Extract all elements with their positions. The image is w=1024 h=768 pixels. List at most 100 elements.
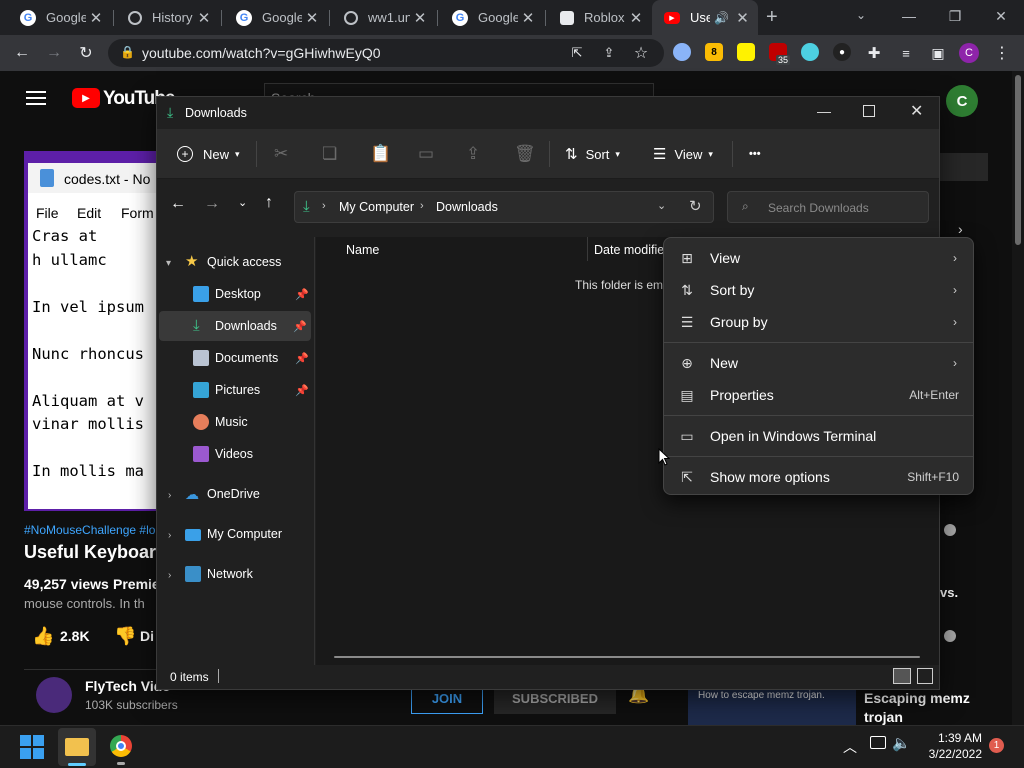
- clock[interactable]: 1:39 AM 3/22/2022: [924, 731, 982, 761]
- pin-icon[interactable]: 📌: [293, 320, 307, 333]
- tab-youtube[interactable]: ▶ Use 🔊 ✕: [652, 0, 758, 35]
- chevron-right-icon[interactable]: ›: [168, 570, 171, 581]
- open-external-icon[interactable]: ⇱: [566, 42, 588, 64]
- video-player[interactable]: codes.txt - No File Edit Form Cras at h …: [24, 151, 158, 511]
- menu-item-view[interactable]: ⊞ View ›: [668, 242, 971, 274]
- bookmark-star-icon[interactable]: ☆: [630, 42, 652, 64]
- menu-item-show-more[interactable]: ⇱ Show more options Shift+F10: [668, 461, 971, 493]
- volume-icon[interactable]: 🔈: [892, 734, 911, 752]
- menu-item-sort-by[interactable]: ⇅ Sort by ›: [668, 274, 971, 306]
- side-video-title[interactable]: Escaping memz: [864, 690, 970, 706]
- column-header-name[interactable]: Name: [346, 243, 379, 257]
- media-queue-icon[interactable]: ≡: [895, 42, 917, 64]
- tab-google-1[interactable]: G Google ✕: [8, 0, 112, 35]
- extension-icon[interactable]: [673, 43, 691, 61]
- dislike-icon[interactable]: 👎: [114, 626, 136, 647]
- cut-icon[interactable]: ✂: [274, 129, 288, 179]
- close-icon[interactable]: ✕: [626, 9, 646, 27]
- close-icon[interactable]: ✕: [410, 9, 430, 27]
- nav-downloads[interactable]: ⤓ Downloads 📌: [159, 311, 311, 341]
- recent-chevron-icon[interactable]: ⌄: [238, 196, 247, 209]
- extension-icon[interactable]: [801, 43, 819, 61]
- close-icon[interactable]: ✕: [910, 101, 923, 121]
- paste-icon[interactable]: 📋: [370, 129, 391, 179]
- chevron-right-icon[interactable]: ›: [168, 530, 171, 541]
- windows-start-icon[interactable]: [20, 735, 44, 759]
- nav-documents[interactable]: Documents 📌: [193, 343, 313, 373]
- video-hashtags[interactable]: #NoMouseChallenge #lo: [24, 523, 155, 537]
- close-icon[interactable]: ✕: [518, 9, 538, 27]
- breadcrumb-downloads[interactable]: Downloads: [436, 200, 498, 214]
- pin-icon[interactable]: 📌: [295, 352, 309, 365]
- tab-search-icon[interactable]: ⌄: [856, 8, 866, 22]
- forward-arrow-icon[interactable]: →: [204, 195, 220, 213]
- chrome-icon[interactable]: [110, 735, 132, 757]
- menu-item-terminal[interactable]: ▭ Open in Windows Terminal: [668, 420, 971, 452]
- close-icon[interactable]: ✕: [733, 9, 752, 27]
- address-bar[interactable]: ⤓ › My Computer › Downloads ⌄ ↻: [294, 191, 714, 223]
- side-video-thumbnail[interactable]: How to escape memz trojan.: [688, 685, 856, 725]
- tab-google-3[interactable]: G Google ✕: [440, 0, 544, 35]
- snapchat-icon[interactable]: [737, 43, 755, 61]
- close-window-icon[interactable]: ✕: [978, 0, 1024, 32]
- youtube-logo-icon[interactable]: ▶: [72, 88, 100, 108]
- refresh-icon[interactable]: ↻: [689, 197, 702, 215]
- tab-history[interactable]: History ✕: [116, 0, 220, 35]
- more-options-icon[interactable]: •••: [749, 129, 761, 179]
- restore-icon[interactable]: ❐: [932, 0, 978, 32]
- forward-arrow-icon[interactable]: →: [43, 42, 65, 64]
- view-button[interactable]: ☰ View ▾: [653, 129, 713, 179]
- up-arrow-icon[interactable]: ↑: [265, 194, 273, 212]
- scrollbar-thumb[interactable]: [1015, 75, 1021, 245]
- details-view-icon[interactable]: [893, 668, 911, 684]
- minimize-icon[interactable]: —: [817, 103, 831, 119]
- network-monitor-icon[interactable]: [870, 736, 886, 749]
- new-button[interactable]: + New ▾: [177, 129, 240, 179]
- new-tab-button[interactable]: +: [766, 6, 778, 29]
- rename-icon[interactable]: ▭: [418, 129, 434, 179]
- nav-desktop[interactable]: Desktop 📌: [193, 279, 313, 309]
- kebab-menu-icon[interactable]: ⋮: [991, 42, 1013, 64]
- chevron-up-icon[interactable]: ︿: [843, 737, 857, 757]
- search-downloads-input[interactable]: ⌕ Search Downloads: [727, 191, 929, 223]
- menu-item-group-by[interactable]: ☰ Group by ›: [668, 306, 971, 338]
- chevron-down-icon[interactable]: ▾: [166, 258, 171, 269]
- tab-roblox[interactable]: Roblox ✕: [548, 0, 652, 35]
- menu-item-properties[interactable]: ▤ Properties Alt+Enter: [668, 379, 971, 411]
- chevron-right-icon[interactable]: ›: [168, 490, 171, 501]
- copy-icon[interactable]: ❏: [322, 129, 337, 179]
- nav-music[interactable]: Music: [193, 407, 313, 437]
- share-icon[interactable]: ⇪: [598, 42, 620, 64]
- nav-pictures[interactable]: Pictures 📌: [193, 375, 313, 405]
- nav-videos[interactable]: Videos: [193, 439, 313, 469]
- explorer-titlebar[interactable]: ⤓ Downloads — ✕: [157, 97, 939, 129]
- pin-icon[interactable]: 📌: [295, 288, 309, 301]
- nav-my-computer[interactable]: My Computer: [185, 519, 311, 549]
- profile-avatar[interactable]: C: [959, 43, 979, 63]
- reload-icon[interactable]: ↻: [75, 42, 97, 64]
- nav-onedrive[interactable]: ☁ OneDrive: [185, 479, 311, 509]
- page-scrollbar[interactable]: [1012, 71, 1024, 725]
- back-arrow-icon[interactable]: ←: [11, 42, 33, 64]
- sort-button[interactable]: ⇅ Sort ▾: [565, 129, 620, 179]
- minimize-icon[interactable]: —: [886, 0, 932, 32]
- chevron-right-icon[interactable]: ›: [958, 221, 963, 237]
- hamburger-menu-icon[interactable]: [26, 91, 46, 105]
- pin-icon[interactable]: 📌: [295, 384, 309, 397]
- back-arrow-icon[interactable]: ←: [170, 195, 186, 213]
- menu-item-new[interactable]: ⊕ New ›: [668, 347, 971, 379]
- mickey-extension-icon[interactable]: ●: [833, 43, 851, 61]
- close-icon[interactable]: ✕: [86, 9, 106, 27]
- maximize-icon[interactable]: [863, 105, 875, 117]
- tab-ww1[interactable]: ww1.un ✕: [332, 0, 436, 35]
- side-panel-icon[interactable]: ▣: [927, 42, 949, 64]
- horizontal-scrollbar[interactable]: [334, 656, 920, 658]
- column-header-date[interactable]: Date modifie: [594, 243, 664, 257]
- breadcrumb-my-computer[interactable]: My Computer: [339, 200, 414, 214]
- tiles-view-icon[interactable]: [917, 668, 933, 684]
- tab-google-2[interactable]: G Google ✕: [224, 0, 328, 35]
- notification-badge[interactable]: 1: [989, 738, 1004, 753]
- puzzle-icon[interactable]: ✚: [863, 42, 885, 64]
- nav-network[interactable]: Network: [185, 559, 311, 589]
- youtube-avatar[interactable]: C: [946, 85, 978, 117]
